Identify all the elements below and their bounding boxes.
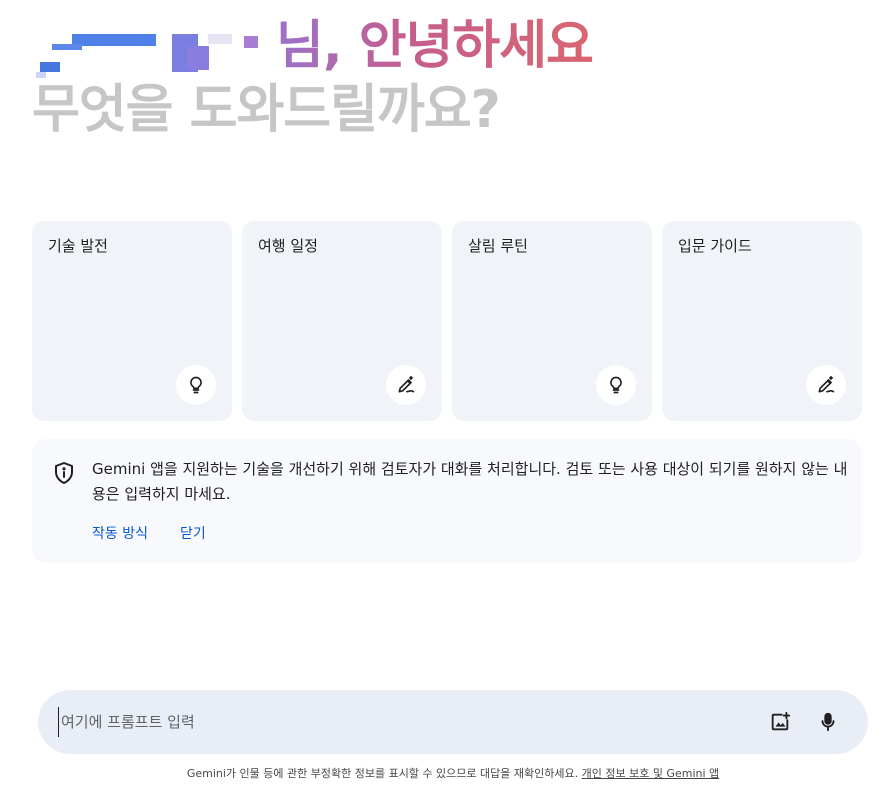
review-notice: Gemini 앱을 지원하는 기술을 개선하기 위해 검토자가 대화를 처리합니… — [32, 439, 862, 563]
card-title: 입문 가이드 — [678, 237, 752, 255]
microphone-icon — [821, 712, 835, 732]
how-it-works-link[interactable]: 작동 방식 — [92, 523, 148, 543]
notice-text: Gemini 앱을 지원하는 기술을 개선하기 위해 검토자가 대화를 처리합니… — [92, 460, 848, 503]
suggestion-card-travel[interactable]: 여행 일정 — [242, 221, 442, 421]
disclaimer-text: Gemini가 인물 등에 관한 부정확한 정보를 표시할 수 있으므로 대답을… — [186, 767, 579, 780]
microphone-button[interactable] — [808, 702, 848, 742]
lightbulb-icon — [596, 365, 636, 405]
suggestion-card-tech[interactable]: 기술 발전 — [32, 221, 232, 421]
greeting: 님, 안녕하세요 무엇을 도와드릴까요? — [32, 14, 872, 142]
greeting-text: 님, 안녕하세요 — [276, 16, 594, 76]
prompt-input[interactable] — [58, 707, 752, 737]
card-title: 살림 루틴 — [468, 237, 528, 255]
dismiss-link[interactable]: 닫기 — [180, 523, 206, 543]
disclaimer-footer: Gemini가 인물 등에 관한 부정확한 정보를 표시할 수 있으므로 대답을… — [0, 765, 889, 781]
card-title: 기술 발전 — [48, 237, 108, 255]
card-title: 여행 일정 — [258, 237, 318, 255]
privacy-link[interactable]: 개인 정보 보호 및 Gemini 앱 — [582, 767, 720, 780]
redacted-user-name — [32, 14, 276, 78]
prompt-bar — [38, 690, 868, 754]
pen-sparkle-icon — [386, 365, 426, 405]
suggestion-card-household[interactable]: 살림 루틴 — [452, 221, 652, 421]
suggestion-cards: 기술 발전 여행 일정 살림 루틴 입문 가이드 — [32, 221, 862, 421]
add-image-icon — [771, 711, 791, 731]
greeting-line1: 님, 안녕하세요 — [32, 14, 872, 78]
add-image-button[interactable] — [760, 702, 800, 742]
greeting-subtitle: 무엇을 도와드릴까요? — [32, 80, 501, 140]
notice-actions: 작동 방식 닫기 — [92, 523, 842, 543]
shield-info-icon — [52, 461, 76, 485]
suggestion-card-guide[interactable]: 입문 가이드 — [662, 221, 862, 421]
pen-sparkle-icon — [806, 365, 846, 405]
lightbulb-icon — [176, 365, 216, 405]
